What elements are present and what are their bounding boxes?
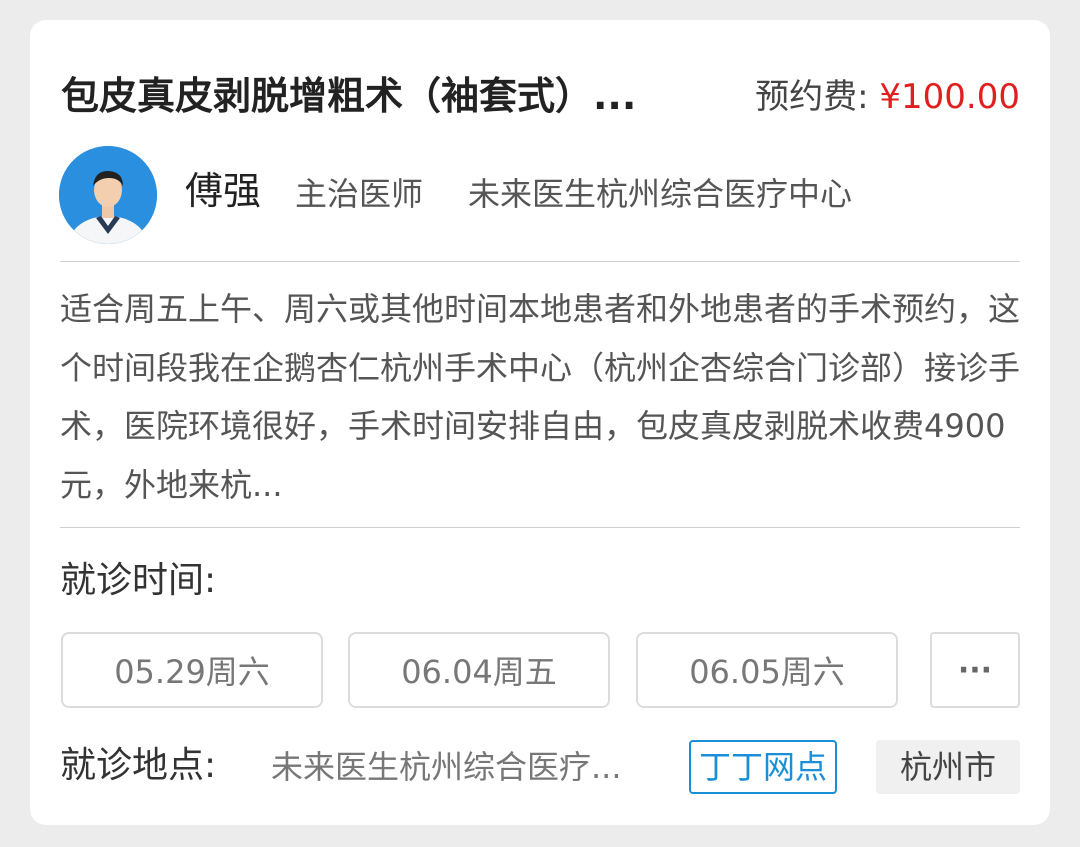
divider — [60, 527, 1020, 528]
visit-time-label: 就诊时间: — [60, 560, 217, 601]
network-tag: 丁丁网点 — [689, 740, 838, 794]
city-tag: 杭州市 — [876, 740, 1020, 794]
date-option[interactable]: 06.05周六 — [636, 632, 898, 708]
divider — [60, 261, 1020, 262]
service-description: 适合周五上午、周六或其他时间本地患者和外地患者的手术预约，这个时间段我在企鹅杏仁… — [60, 290, 1020, 504]
date-option[interactable]: 05.29周六 — [61, 632, 323, 708]
service-title: 包皮真皮剥脱增粗术（袖套式）... — [61, 74, 637, 118]
doctor-hospital: 未来医生杭州综合医疗中心 — [468, 175, 853, 213]
visit-place-label: 就诊地点: — [60, 745, 217, 786]
visit-place-value: 未来医生杭州综合医疗... — [271, 748, 622, 786]
date-option[interactable]: 06.04周五 — [348, 632, 610, 708]
doctor-portrait-icon — [59, 146, 157, 244]
appointment-card[interactable]: 包皮真皮剥脱增粗术（袖套式）... 预约费: ¥100.00 傅强 主治医师 未… — [30, 20, 1050, 825]
more-dates-button[interactable]: ··· — [930, 632, 1020, 708]
fee-label: 预约费: — [755, 77, 880, 117]
fee-price: ¥100.00 — [879, 77, 1020, 117]
more-icon: ··· — [957, 652, 993, 688]
doctor-avatar — [59, 146, 157, 244]
doctor-title: 主治医师 — [295, 175, 424, 213]
appointment-fee: 预约费: ¥100.00 — [755, 72, 1020, 122]
doctor-name: 傅强 — [185, 169, 262, 213]
